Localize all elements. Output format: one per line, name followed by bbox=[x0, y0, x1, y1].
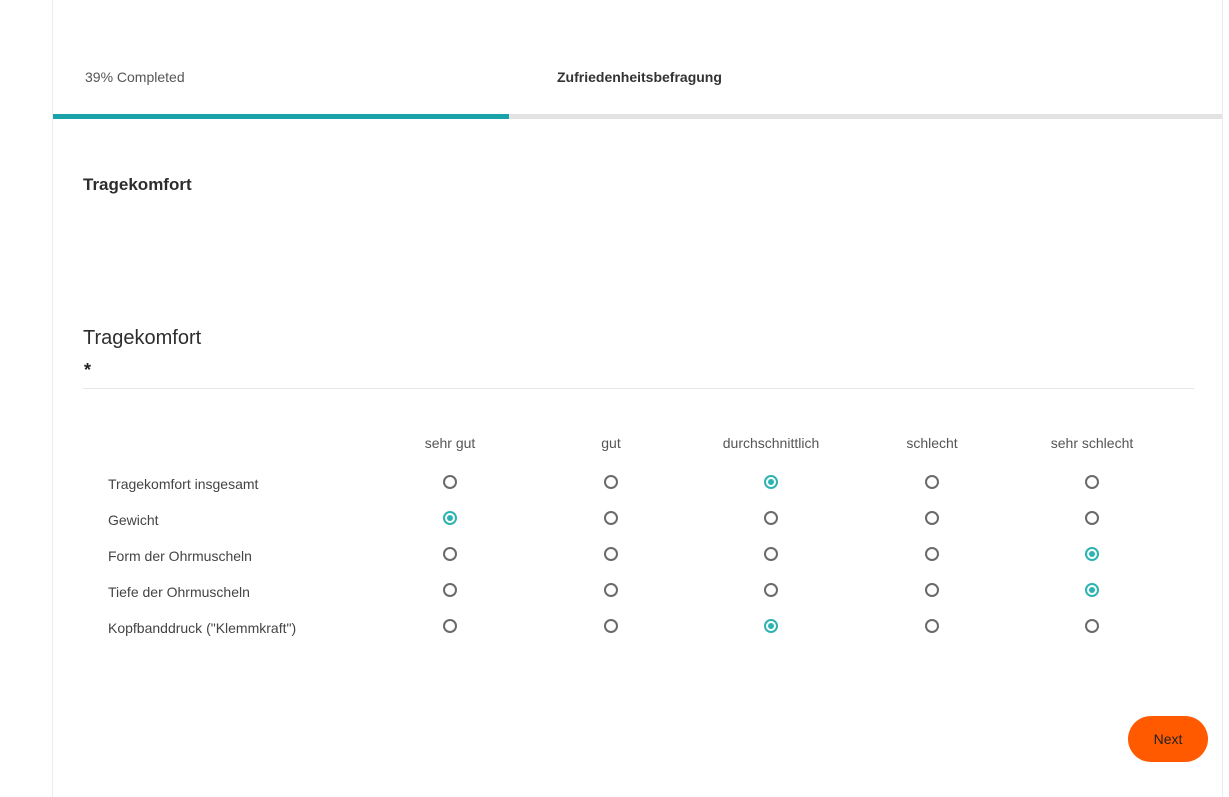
rating-radio[interactable] bbox=[764, 547, 778, 561]
progress-bar-fill bbox=[53, 114, 509, 119]
rating-radio[interactable] bbox=[604, 583, 618, 597]
column-header: gut bbox=[601, 435, 621, 451]
column-header: durchschnittlich bbox=[722, 435, 820, 451]
rating-radio[interactable] bbox=[604, 619, 618, 633]
rating-radio[interactable] bbox=[604, 511, 618, 525]
matrix-row-label: Gewicht bbox=[108, 512, 159, 528]
section-title: Tragekomfort bbox=[83, 175, 192, 194]
matrix-row-label: Tiefe der Ohrmuscheln bbox=[108, 584, 250, 600]
required-asterisk: * bbox=[84, 360, 92, 380]
rating-radio[interactable] bbox=[764, 511, 778, 525]
survey-card: 39% Completed Zufriedenheitsbefragung Tr… bbox=[52, 0, 1223, 797]
rating-radio[interactable] bbox=[1085, 511, 1099, 525]
question-divider bbox=[83, 388, 1194, 389]
rating-radio[interactable] bbox=[443, 583, 457, 597]
rating-radio[interactable] bbox=[925, 475, 939, 489]
rating-radio[interactable] bbox=[925, 619, 939, 633]
rating-radio[interactable] bbox=[604, 547, 618, 561]
rating-radio[interactable] bbox=[443, 511, 457, 525]
column-header: schlecht bbox=[906, 435, 958, 451]
matrix-row-label: Kopfbanddruck ("Klemmkraft") bbox=[108, 620, 297, 636]
rating-radio[interactable] bbox=[925, 547, 939, 561]
rating-radio[interactable] bbox=[764, 475, 778, 489]
rating-radio[interactable] bbox=[443, 619, 457, 633]
progress-label: 39% Completed bbox=[85, 69, 185, 85]
question-title: Tragekomfort bbox=[83, 327, 202, 349]
rating-radio[interactable] bbox=[925, 511, 939, 525]
rating-radio[interactable] bbox=[1085, 619, 1099, 633]
next-button[interactable]: Next bbox=[1128, 716, 1208, 762]
matrix-row-label: Form der Ohrmuscheln bbox=[108, 548, 252, 564]
survey-title: Zufriedenheitsbefragung bbox=[557, 69, 722, 85]
rating-radio[interactable] bbox=[1085, 547, 1099, 561]
rating-radio[interactable] bbox=[604, 475, 618, 489]
rating-radio[interactable] bbox=[764, 619, 778, 633]
rating-radio[interactable] bbox=[443, 475, 457, 489]
progress-bar bbox=[53, 114, 1222, 119]
rating-radio[interactable] bbox=[443, 547, 457, 561]
rating-radio[interactable] bbox=[1085, 583, 1099, 597]
page-background bbox=[0, 0, 52, 797]
survey-header: 39% Completed Zufriedenheitsbefragung bbox=[53, 0, 1222, 114]
matrix-row-label: Tragekomfort insgesamt bbox=[108, 476, 259, 492]
column-header: sehr schlecht bbox=[1050, 435, 1134, 451]
rating-radio[interactable] bbox=[925, 583, 939, 597]
rating-radio[interactable] bbox=[764, 583, 778, 597]
column-header: sehr gut bbox=[424, 435, 476, 451]
rating-radio[interactable] bbox=[1085, 475, 1099, 489]
